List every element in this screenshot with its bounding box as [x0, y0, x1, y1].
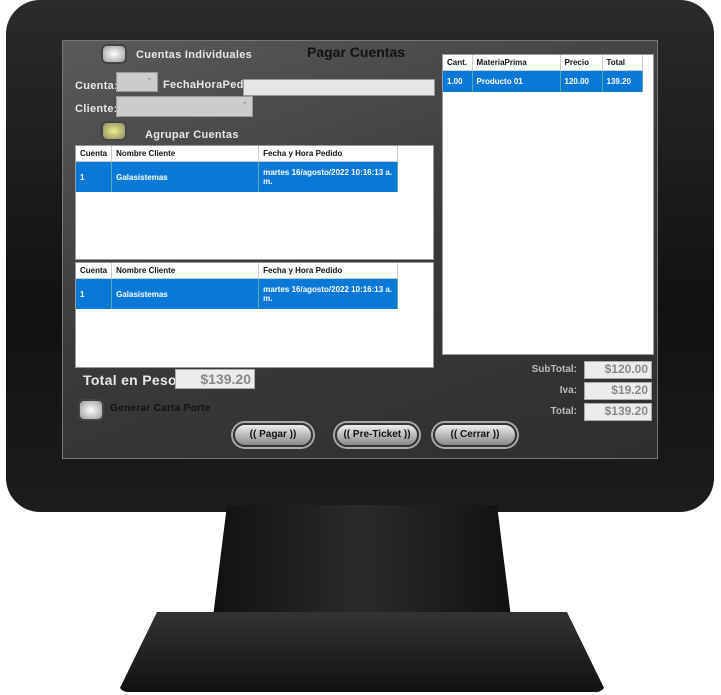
- cuentas-grid[interactable]: Cuenta Nombre Cliente Fecha y Hora Pedid…: [75, 145, 434, 260]
- cell: Galasistemas: [111, 278, 260, 309]
- cell: 139.20: [602, 70, 643, 92]
- pagar-cuentas-window: Pagar Cuentas Cuentas Individuales Cuent…: [62, 40, 658, 459]
- col-cuenta[interactable]: Cuenta: [76, 146, 113, 162]
- pagar-button[interactable]: (( Pagar )): [233, 423, 313, 447]
- table-row[interactable]: 1.00 Producto 01 120.00 139.20: [443, 70, 643, 92]
- agrupar-cuentas-label: Agrupar Cuentas: [145, 129, 239, 141]
- subtotal-value: $120.00: [584, 361, 652, 379]
- iva-label: Iva:: [559, 385, 577, 396]
- total-pesos-label: Total en Pesos:: [83, 372, 190, 388]
- subtotal-label: SubTotal:: [531, 364, 577, 375]
- cuenta-label: Cuenta:: [75, 80, 119, 92]
- col-cant[interactable]: Cant.: [443, 55, 473, 71]
- generar-carta-porte-toggle[interactable]: [78, 399, 104, 421]
- cuentas-individuales-toggle[interactable]: [101, 44, 127, 64]
- table-row[interactable]: 1 Galasistemas martes 16/agosto/2022 10:16…: [76, 278, 398, 309]
- cell: 1: [76, 161, 113, 192]
- cell: 120.00: [560, 70, 603, 92]
- col-nombre[interactable]: Nombre Cliente: [111, 146, 260, 162]
- iva-value: $19.20: [584, 382, 652, 400]
- cell: martes 16/agosto/2022 10:16:13 a. m.: [258, 278, 398, 309]
- window-title: Pagar Cuentas: [307, 44, 406, 60]
- cell: 1: [76, 278, 113, 309]
- total-label: Total:: [550, 406, 577, 417]
- cuentas-individuales-label: Cuentas Individuales: [136, 49, 253, 61]
- cell: Producto 01: [472, 70, 561, 92]
- col-cuenta[interactable]: Cuenta: [76, 263, 113, 279]
- col-materia-prima[interactable]: MateriaPrima: [472, 55, 561, 71]
- pre-ticket-button[interactable]: (( Pre-Ticket )): [335, 423, 419, 447]
- carta-porte-label: Generar Carta Porte: [110, 403, 211, 414]
- productos-grid[interactable]: Cant. MateriaPrima Precio Total 1.00 Prod…: [442, 54, 654, 355]
- col-nombre[interactable]: Nombre Cliente: [111, 263, 260, 279]
- table-row[interactable]: 1 Galasistemas martes 16/agosto/2022 10:16…: [76, 161, 398, 192]
- monitor-base: [118, 612, 606, 692]
- total-value: $139.20: [584, 403, 652, 421]
- cell: Galasistemas: [111, 161, 260, 192]
- col-precio[interactable]: Precio: [560, 55, 603, 71]
- fecha-hora-pedido-input[interactable]: [243, 79, 435, 96]
- col-fecha[interactable]: Fecha y Hora Pedido: [258, 263, 398, 279]
- cell: 1.00: [443, 70, 473, 92]
- cerrar-button[interactable]: (( Cerrar )): [433, 423, 517, 447]
- total-pesos-value: $139.20: [175, 369, 255, 389]
- cuentas-agrupadas-grid[interactable]: Cuenta Nombre Cliente Fecha y Hora Pedid…: [75, 262, 434, 368]
- agrupar-cuentas-toggle[interactable]: [101, 121, 127, 141]
- cliente-select[interactable]: ⌄: [116, 96, 253, 117]
- cuenta-select[interactable]: ⌄: [116, 72, 158, 92]
- col-total[interactable]: Total: [602, 55, 643, 71]
- cell: martes 16/agosto/2022 10:16:13 a. m.: [258, 161, 398, 192]
- col-fecha[interactable]: Fecha y Hora Pedido: [258, 146, 398, 162]
- monitor-stand: [212, 505, 512, 625]
- cliente-label: Cliente:: [75, 103, 118, 115]
